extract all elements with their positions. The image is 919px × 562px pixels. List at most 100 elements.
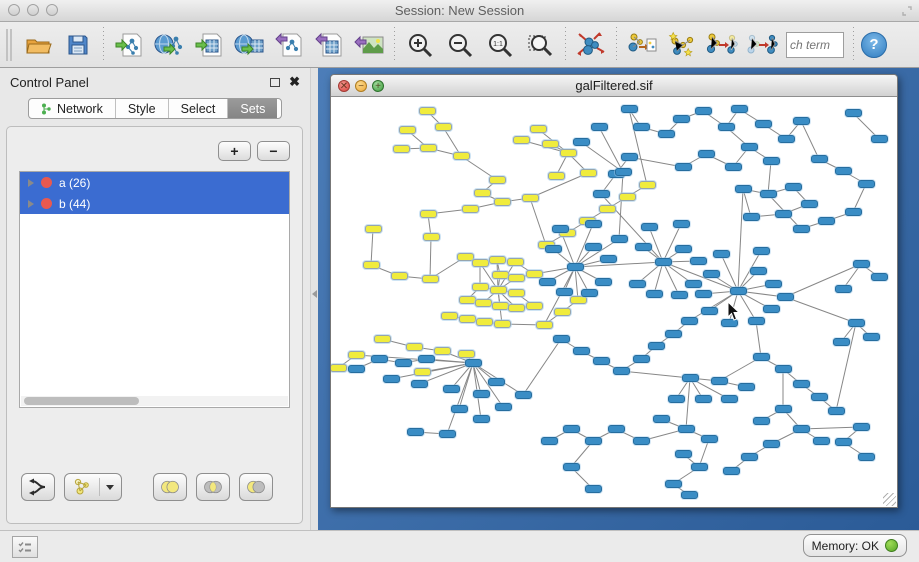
export-image-button[interactable] [349, 26, 389, 64]
graph-node[interactable] [753, 353, 770, 361]
graph-node[interactable] [599, 205, 616, 213]
graph-node[interactable] [435, 123, 452, 131]
graph-node[interactable] [585, 243, 602, 251]
graph-node[interactable] [563, 463, 580, 471]
sets-list[interactable]: a (26) b (44) [19, 171, 290, 408]
graph-node[interactable] [411, 380, 428, 388]
graph-node[interactable] [348, 351, 365, 359]
graph-node[interactable] [554, 308, 571, 316]
network-window-titlebar[interactable]: ✕ − + galFiltered.sif [331, 75, 897, 97]
graph-node[interactable] [556, 288, 573, 296]
graph-node[interactable] [863, 333, 880, 341]
graph-node[interactable] [383, 375, 400, 383]
graph-node[interactable] [711, 377, 728, 385]
graph-node[interactable] [760, 190, 777, 198]
graph-node[interactable] [363, 261, 380, 269]
graph-node[interactable] [526, 270, 543, 278]
close-network-icon[interactable]: ✕ [338, 80, 350, 92]
graph-node[interactable] [778, 135, 795, 143]
minimize-network-icon[interactable]: − [355, 80, 367, 92]
graph-node[interactable] [845, 109, 862, 117]
graph-node[interactable] [495, 403, 512, 411]
graph-node[interactable] [600, 255, 617, 263]
graph-node[interactable] [635, 243, 652, 251]
graph-node[interactable] [615, 168, 632, 176]
graph-node[interactable] [755, 120, 772, 128]
graph-node[interactable] [813, 437, 830, 445]
graph-node[interactable] [731, 105, 748, 113]
graph-node[interactable] [721, 319, 738, 327]
import-table-url-button[interactable] [229, 26, 269, 64]
list-item-set-b[interactable]: b (44) [20, 193, 289, 214]
graph-node[interactable] [585, 220, 602, 228]
import-network-url-button[interactable] [149, 26, 189, 64]
graph-node[interactable] [682, 374, 699, 382]
graph-node[interactable] [567, 263, 584, 271]
graph-node[interactable] [489, 256, 506, 264]
graph-node[interactable] [743, 213, 760, 221]
graph-node[interactable] [871, 273, 888, 281]
graph-node[interactable] [475, 299, 492, 307]
graph-node[interactable] [488, 378, 505, 386]
graph-node[interactable] [858, 453, 875, 461]
graph-node[interactable] [648, 342, 665, 350]
graph-node[interactable] [775, 210, 792, 218]
graph-node[interactable] [695, 290, 712, 298]
split-set-button[interactable] [21, 473, 55, 501]
graph-node[interactable] [459, 296, 476, 304]
tab-network[interactable]: Network [29, 99, 116, 118]
graph-node[interactable] [472, 283, 489, 291]
graph-node[interactable] [515, 391, 532, 399]
graph-node[interactable] [718, 123, 735, 131]
graph-node[interactable] [459, 315, 476, 323]
graph-node[interactable] [472, 259, 489, 267]
graph-node[interactable] [633, 123, 650, 131]
export-network-button[interactable] [269, 26, 309, 64]
graph-node[interactable] [853, 260, 870, 268]
graph-node[interactable] [675, 450, 692, 458]
graph-node[interactable] [419, 107, 436, 115]
graph-node[interactable] [775, 405, 792, 413]
graph-node[interactable] [698, 150, 715, 158]
graph-node[interactable] [490, 286, 507, 294]
graph-node[interactable] [553, 335, 570, 343]
graph-node[interactable] [441, 312, 458, 320]
graph-node[interactable] [399, 126, 416, 134]
graph-node[interactable] [845, 208, 862, 216]
graph-node[interactable] [848, 319, 865, 327]
graph-node[interactable] [763, 305, 780, 313]
graph-node[interactable] [552, 225, 569, 233]
graph-node[interactable] [818, 217, 835, 225]
graph-node[interactable] [695, 107, 712, 115]
graph-node[interactable] [541, 437, 558, 445]
window-controls[interactable] [8, 4, 58, 16]
graph-node[interactable] [713, 250, 730, 258]
graph-node[interactable] [473, 390, 490, 398]
graph-node[interactable] [723, 467, 740, 475]
graph-node[interactable] [811, 155, 828, 163]
graph-node[interactable] [526, 302, 543, 310]
task-history-button[interactable] [12, 536, 38, 558]
graph-node[interactable] [570, 296, 587, 304]
graph-node[interactable] [391, 272, 408, 280]
graph-node[interactable] [591, 123, 608, 131]
network-canvas[interactable] [331, 97, 897, 507]
graph-node[interactable] [489, 176, 506, 184]
graph-node[interactable] [492, 302, 509, 310]
graph-node[interactable] [407, 428, 424, 436]
graph-node[interactable] [542, 140, 559, 148]
zoom-window-icon[interactable] [46, 4, 58, 16]
graph-node[interactable] [701, 435, 718, 443]
graph-node[interactable] [871, 135, 888, 143]
graph-node[interactable] [420, 210, 437, 218]
graph-node[interactable] [474, 189, 491, 197]
graph-node[interactable] [560, 149, 577, 157]
graph-node[interactable] [725, 163, 742, 171]
fullscreen-icon[interactable] [901, 5, 913, 17]
add-set-button[interactable]: + [218, 141, 251, 161]
create-set-from-network-button[interactable] [64, 473, 122, 501]
graph-node[interactable] [777, 293, 794, 301]
graph-node[interactable] [793, 117, 810, 125]
graph-node[interactable] [494, 320, 511, 328]
graph-node[interactable] [348, 365, 365, 373]
